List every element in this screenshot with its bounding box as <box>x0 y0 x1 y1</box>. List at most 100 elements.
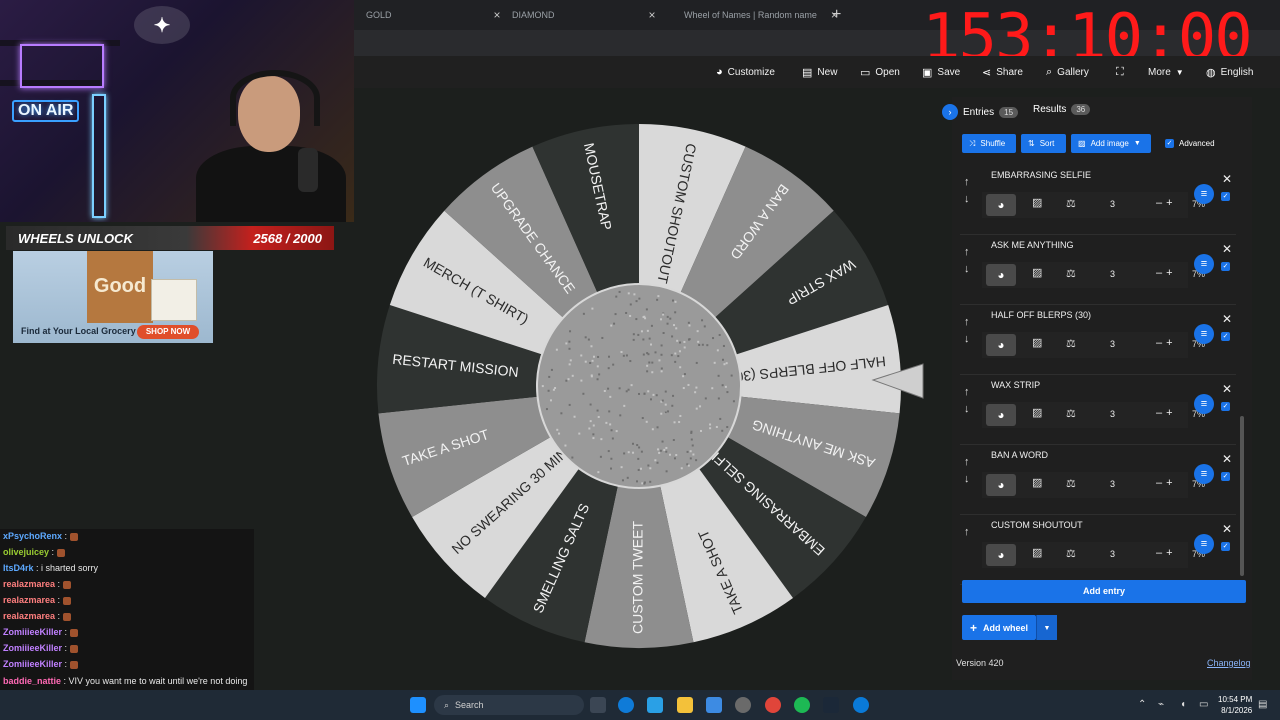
entry-weight[interactable]: 3 <box>1110 269 1115 279</box>
open-button[interactable]: ▭ Open <box>860 64 900 80</box>
image-icon[interactable]: ▨ <box>1032 266 1042 279</box>
entry-weight[interactable]: 3 <box>1110 409 1115 419</box>
obs-icon[interactable] <box>735 697 751 713</box>
chat-username[interactable]: olivejuicey <box>3 547 49 557</box>
entry-enabled-checkbox[interactable]: ✓ <box>1221 402 1230 411</box>
image-icon[interactable]: ▨ <box>1032 406 1042 419</box>
sort-button[interactable]: ⇅ Sort <box>1021 134 1066 153</box>
copilot-icon[interactable] <box>647 697 663 713</box>
tune-icon[interactable]: ≡ <box>1194 394 1214 414</box>
spotify-icon[interactable] <box>794 697 810 713</box>
chat-username[interactable]: ZomiiieeKiller <box>3 643 62 653</box>
tab-gold[interactable]: GOLD × <box>356 4 501 26</box>
chat-username[interactable]: ZomiiieeKiller <box>3 627 62 637</box>
entry-enabled-checkbox[interactable]: ✓ <box>1221 332 1230 341</box>
close-icon[interactable]: ✕ <box>1222 382 1232 396</box>
tab-results[interactable]: Results 36 <box>1033 104 1090 115</box>
store-icon[interactable] <box>706 697 722 713</box>
file-explorer-icon[interactable] <box>677 697 693 713</box>
weight-stepper[interactable]: –+ <box>1156 547 1177 559</box>
chevron-up-icon[interactable]: ⌃ <box>1138 699 1146 710</box>
close-icon[interactable]: ✕ <box>1222 452 1232 466</box>
entry-weight[interactable]: 3 <box>1110 199 1115 209</box>
notification-icon[interactable]: ▤ <box>1258 699 1267 710</box>
language-button[interactable]: ◍ English <box>1206 64 1253 80</box>
palette-icon[interactable]: ◕ <box>986 194 1016 216</box>
tune-icon[interactable]: ≡ <box>1194 184 1214 204</box>
entry-weight[interactable]: 3 <box>1110 479 1115 489</box>
close-icon[interactable]: ✕ <box>1222 172 1232 186</box>
close-icon[interactable]: ✕ <box>1222 312 1232 326</box>
reorder-arrows-icon[interactable]: ↑ ↓ <box>964 244 976 278</box>
entry-enabled-checkbox[interactable]: ✓ <box>1221 192 1230 201</box>
close-icon[interactable]: ✕ <box>1222 522 1232 536</box>
chat-username[interactable]: baddie_nattie <box>3 676 61 686</box>
weight-stepper[interactable]: –+ <box>1156 407 1177 419</box>
entry-name[interactable]: CUSTOM SHOUTOUT <box>991 520 1083 530</box>
add-image-button[interactable]: ▨ Add image ▼ <box>1071 134 1151 153</box>
chat-username[interactable]: realazmarea <box>3 595 55 605</box>
entry-weight[interactable]: 3 <box>1110 549 1115 559</box>
palette-icon[interactable]: ◕ <box>986 264 1016 286</box>
entry-weight[interactable]: 3 <box>1110 339 1115 349</box>
tune-icon[interactable]: ≡ <box>1194 324 1214 344</box>
add-wheel-dropdown[interactable]: ▼ <box>1036 615 1057 640</box>
tab-entries[interactable]: › Entries 15 <box>942 104 1018 120</box>
weight-stepper[interactable]: –+ <box>1156 267 1177 279</box>
image-icon[interactable]: ▨ <box>1032 196 1042 209</box>
taskbar-clock[interactable]: 10:54 PM 8/1/2026 <box>1218 694 1252 716</box>
tab-wheel-of-names[interactable]: Wheel of Names | Random name × <box>672 4 838 26</box>
more-button[interactable]: More ▼ <box>1148 64 1184 80</box>
close-icon[interactable]: ✕ <box>1222 242 1232 256</box>
tune-icon[interactable]: ≡ <box>1194 534 1214 554</box>
grocery-ad[interactable]: Good Find at Your Local Grocery SHOP NOW <box>13 251 213 343</box>
taskbar-search[interactable]: ⌕ Search <box>434 695 584 715</box>
tab-diamond[interactable]: DIAMOND × <box>512 4 656 26</box>
windows-start-icon[interactable] <box>410 697 426 713</box>
chat-username[interactable]: ZomiiieeKiller <box>3 659 62 669</box>
battery-icon[interactable]: ▭ <box>1199 699 1208 710</box>
reorder-arrows-icon[interactable]: ↑ ↓ <box>964 384 976 418</box>
tune-icon[interactable]: ≡ <box>1194 464 1214 484</box>
close-icon[interactable]: × <box>494 8 501 22</box>
new-tab-button[interactable]: + <box>832 4 841 26</box>
entry-enabled-checkbox[interactable]: ✓ <box>1221 262 1230 271</box>
chat-username[interactable]: realazmarea <box>3 579 55 589</box>
name-wheel[interactable]: CUSTOM SHOUTOUT BAN A WORDWAX STRIPHALF O… <box>354 88 946 680</box>
changelog-link[interactable]: Changelog <box>1207 658 1251 668</box>
ad-shop-now-button[interactable]: SHOP NOW <box>137 325 199 339</box>
fullscreen-button[interactable]: ⛶ <box>1116 64 1124 80</box>
advanced-checkbox[interactable]: ✓ Advanced <box>1158 134 1228 153</box>
palette-icon[interactable]: ◕ <box>986 544 1016 566</box>
close-icon[interactable]: × <box>649 8 656 22</box>
edge-icon[interactable] <box>618 697 634 713</box>
entries-scrollbar[interactable] <box>1240 416 1244 576</box>
chrome-icon[interactable] <box>765 697 781 713</box>
task-view-icon[interactable] <box>590 697 606 713</box>
add-wheel-button[interactable]: + Add wheel <box>962 615 1036 640</box>
tune-icon[interactable]: ≡ <box>1194 254 1214 274</box>
chat-username[interactable]: realazmarea <box>3 611 55 621</box>
share-button[interactable]: ⋖ Share <box>982 64 1023 80</box>
reorder-arrows-icon[interactable]: ↑ ↓ <box>964 454 976 488</box>
gallery-button[interactable]: ⌕ Gallery <box>1046 64 1089 80</box>
entry-name[interactable]: HALF OFF BLERPS (30) <box>991 310 1091 320</box>
image-icon[interactable]: ▨ <box>1032 546 1042 559</box>
wheel-center-hub[interactable] <box>537 284 741 488</box>
customize-button[interactable]: ◕ Customize <box>716 64 775 80</box>
image-icon[interactable]: ▨ <box>1032 336 1042 349</box>
new-button[interactable]: ▤ New <box>802 64 837 80</box>
image-icon[interactable]: ▨ <box>1032 476 1042 489</box>
entry-name[interactable]: BAN A WORD <box>991 450 1048 460</box>
add-entry-button[interactable]: Add entry <box>962 580 1246 603</box>
weight-stepper[interactable]: –+ <box>1156 197 1177 209</box>
weight-stepper[interactable]: –+ <box>1156 477 1177 489</box>
entry-enabled-checkbox[interactable]: ✓ <box>1221 472 1230 481</box>
edge-active-icon[interactable] <box>853 697 869 713</box>
entry-name[interactable]: WAX STRIP <box>991 380 1040 390</box>
shuffle-button[interactable]: ⤨ Shuffle <box>962 134 1016 153</box>
palette-icon[interactable]: ◕ <box>986 474 1016 496</box>
entry-enabled-checkbox[interactable]: ✓ <box>1221 542 1230 551</box>
reorder-arrows-icon[interactable]: ↑ ↓ <box>964 314 976 348</box>
save-button[interactable]: ▣ Save <box>922 64 960 80</box>
